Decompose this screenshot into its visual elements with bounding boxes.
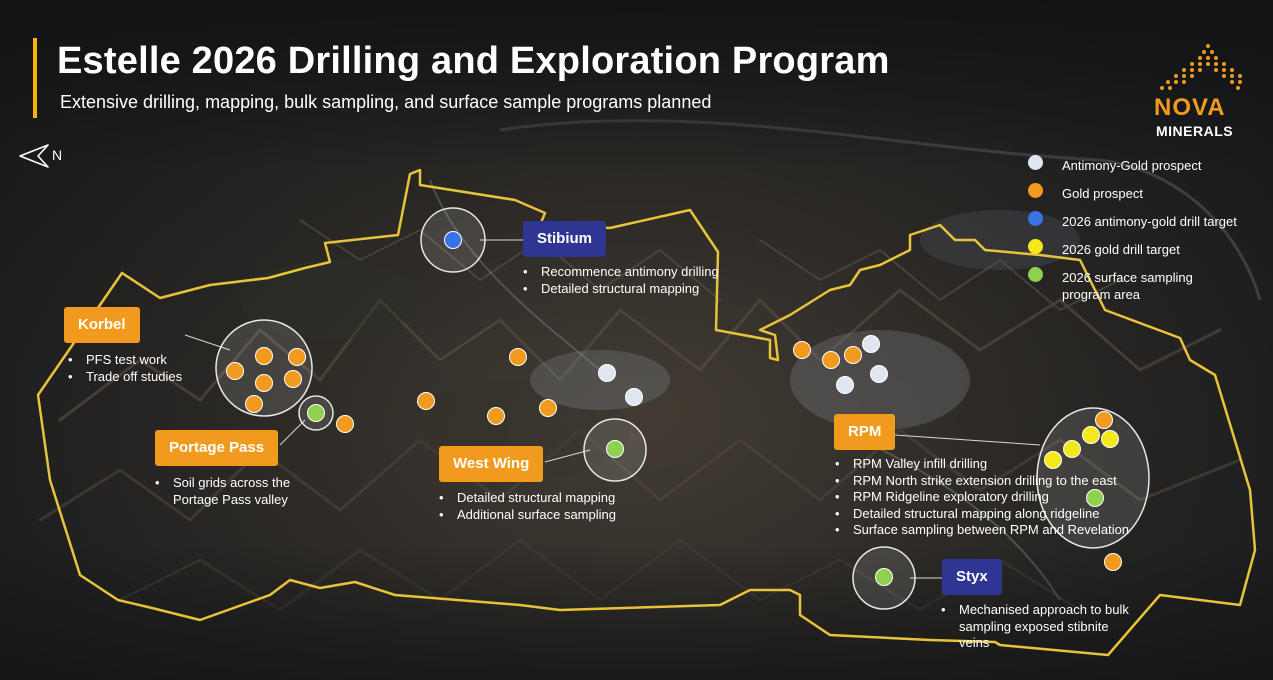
antimony-gold-prospect-swatch (1028, 155, 1043, 170)
north-label: N (52, 147, 63, 163)
surface-sampling-swatch (1028, 267, 1043, 282)
portage-pass-notes: Soil grids across the Portage Pass valle… (155, 475, 333, 508)
list-item: Trade off studies (68, 369, 182, 386)
rpm-notes: RPM Valley infill drilling RPM North str… (835, 456, 1129, 539)
portage-pass-label: Portage Pass (155, 430, 279, 466)
legend-item: Antimony-Gold prospect (1028, 154, 1268, 182)
north-arrow-icon (19, 144, 49, 168)
map-slide: Estelle 2026 Drilling and Exploration Pr… (0, 0, 1273, 680)
list-item: Detailed structural mapping along ridgel… (835, 506, 1129, 523)
styx-notes: Mechanised approach to bulk sampling exp… (941, 602, 1134, 652)
rpm-label: RPM (834, 414, 896, 450)
rpm-leader (894, 434, 1041, 446)
page-title: Estelle 2026 Drilling and Exploration Pr… (57, 40, 890, 82)
logo-wordmark-minerals: MINERALS (1156, 123, 1234, 139)
korbel-notes: PFS test work Trade off studies (68, 352, 182, 385)
gold-drill-target-swatch (1028, 239, 1043, 254)
korbel-label: Korbel (64, 307, 140, 343)
list-item: Soil grids across the Portage Pass valle… (155, 475, 333, 508)
legend-item: Gold prospect (1028, 182, 1268, 210)
list-item: Mechanised approach to bulk sampling exp… (941, 602, 1134, 652)
gold-prospect-swatch (1028, 183, 1043, 198)
westwing-leader (544, 449, 591, 463)
nova-minerals-logo: NOVA MINERALS (1150, 40, 1250, 140)
list-item: Detailed structural mapping (523, 281, 719, 298)
page-subtitle: Extensive drilling, mapping, bulk sampli… (60, 92, 712, 112)
list-item: RPM Ridgeline exploratory drilling (835, 489, 1129, 506)
antimony-gold-drill-target-swatch (1028, 211, 1043, 226)
list-item: RPM Valley infill drilling (835, 456, 1129, 473)
stibium-label: Stibium (523, 221, 606, 257)
map-legend: Antimony-Gold prospect Gold prospect 202… (1028, 154, 1268, 302)
stibium-notes: Recommence antimony drilling Detailed st… (523, 264, 719, 297)
west-wing-notes: Detailed structural mapping Additional s… (439, 490, 616, 523)
north-arrow: N (18, 143, 78, 169)
legend-item: 2026 gold drill target (1028, 238, 1268, 266)
antimony-gold-prospect-markers (598, 335, 888, 406)
list-item: RPM North strike extension drilling to t… (835, 473, 1129, 490)
logo-dots-icon (1160, 44, 1242, 90)
legend-item: 2026 surface sampling program area (1028, 266, 1268, 302)
west-wing-label: West Wing (439, 446, 544, 482)
list-item: PFS test work (68, 352, 182, 369)
list-item: Additional surface sampling (439, 507, 616, 524)
title-accent-bar (33, 38, 37, 118)
portage-leader (279, 419, 306, 446)
list-item: Detailed structural mapping (439, 490, 616, 507)
logo-wordmark-nova: NOVA (1154, 94, 1226, 121)
list-item: Recommence antimony drilling (523, 264, 719, 281)
list-item: Surface sampling between RPM and Revelat… (835, 522, 1129, 539)
legend-item: 2026 antimony-gold drill target (1028, 210, 1268, 238)
antimony-gold-drill-target-markers (444, 231, 462, 249)
styx-label: Styx (942, 559, 1002, 595)
